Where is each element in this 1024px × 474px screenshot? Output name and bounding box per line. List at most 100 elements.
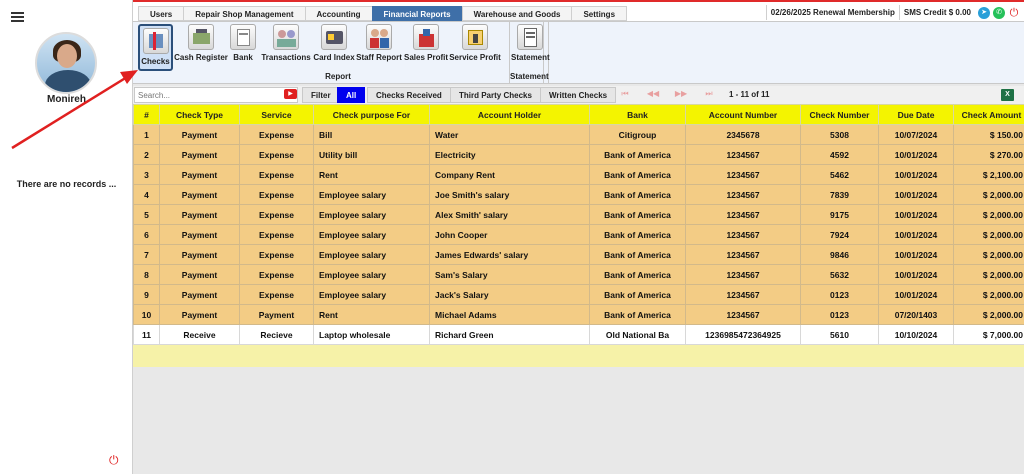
table-cell: Richard Green [429, 324, 590, 345]
table-cell: Payment [159, 224, 240, 245]
column-header[interactable]: Account Number [685, 104, 801, 125]
column-header[interactable]: Service [239, 104, 314, 125]
whatsapp-icon[interactable]: ✆ [993, 6, 1005, 19]
checks-received-button[interactable]: Checks Received [367, 87, 451, 103]
bank-button[interactable]: Bank [230, 24, 256, 62]
table-row[interactable]: 4 Payment Expense Employee salary Joe Smith'… [133, 184, 1024, 205]
card-index-button[interactable]: Card Index [313, 24, 355, 62]
table-row[interactable]: 6 Payment Expense Employee salary John Coope… [133, 224, 1024, 245]
tab-repair-shop-management[interactable]: Repair Shop Management [183, 6, 305, 21]
table-cell: Alex Smith' salary [429, 204, 590, 225]
first-page-icon[interactable]: ⏮ [611, 89, 639, 99]
service-profit-icon [462, 24, 488, 50]
cash-register-button[interactable]: Cash Register [174, 24, 228, 62]
table-cell: 1234567 [685, 164, 801, 185]
table-cell: 10/01/2024 [878, 284, 954, 305]
top-nav: Users Repair Shop Management Accounting … [133, 0, 1024, 22]
table-cell: Employee salary [313, 264, 430, 285]
column-header[interactable]: Check purpose For [313, 104, 430, 125]
renewal-membership[interactable]: 02/26/2025 Renewal Membership [765, 5, 899, 20]
tab-warehouse-and-goods[interactable]: Warehouse and Goods [461, 6, 572, 21]
table-cell: Bank of America [589, 164, 686, 185]
cash-register-label: Cash Register [174, 53, 228, 62]
tab-accounting[interactable]: Accounting [304, 6, 372, 21]
table-cell: 11 [133, 324, 160, 345]
table-row[interactable]: 2 Payment Expense Utility bill Electricity Ba… [133, 144, 1024, 165]
filter-bar: ▶ Filter All Checks Received Third Party… [133, 86, 1024, 104]
table-row[interactable]: 10 Payment Payment Rent Michael Adams Bank of… [133, 304, 1024, 325]
table-cell: Jack's Salary [429, 284, 590, 305]
column-header[interactable]: Due Date [878, 104, 954, 125]
sales-profit-button[interactable]: Sales Profit [404, 24, 448, 62]
table-cell: Citigroup [589, 124, 686, 145]
excel-export-icon[interactable]: X [1001, 89, 1014, 101]
sidebar: Monireh There are no records ... ⏻ [0, 0, 133, 474]
tab-users[interactable]: Users [138, 6, 184, 21]
column-header[interactable]: Check Type [159, 104, 240, 125]
video-help-icon[interactable]: ▶ [284, 89, 297, 99]
checks-button[interactable]: Checks [138, 24, 173, 71]
table-cell: Payment [159, 264, 240, 285]
table-cell: Michael Adams [429, 304, 590, 325]
table-row[interactable]: 7 Payment Expense Employee salary James Edwa… [133, 244, 1024, 265]
table-cell: $ 2,000.00 [953, 304, 1024, 325]
tab-financial-reports[interactable]: Financial Reports [371, 6, 462, 21]
table-row[interactable]: 9 Payment Expense Employee salary Jack's Sal… [133, 284, 1024, 305]
checks-table-container: # Check Type Service Check purpose For Accou… [133, 104, 1024, 474]
last-page-icon[interactable]: ⏭ [695, 89, 723, 99]
service-profit-button[interactable]: Service Profit [449, 24, 501, 62]
table-cell: Bank of America [589, 224, 686, 245]
third-party-checks-button[interactable]: Third Party Checks [450, 87, 541, 103]
table-row[interactable]: 5 Payment Expense Employee salary Alex Smith… [133, 204, 1024, 225]
column-header[interactable]: Check Amount [953, 104, 1024, 125]
staff-report-button[interactable]: Staff Report [355, 24, 403, 62]
statement-button[interactable]: Statement [511, 24, 550, 62]
table-filler-row [133, 345, 1024, 367]
table-cell: 10/01/2024 [878, 144, 954, 165]
search-input[interactable] [134, 87, 298, 103]
table-row[interactable]: 8 Payment Expense Employee salary Sam's Sala… [133, 264, 1024, 285]
table-cell: Payment [159, 184, 240, 205]
table-cell: Expense [239, 264, 314, 285]
column-header[interactable]: # [133, 104, 160, 125]
telegram-icon[interactable]: ➤ [978, 6, 990, 19]
table-cell: Payment [239, 304, 314, 325]
written-checks-button[interactable]: Written Checks [540, 87, 617, 103]
table-cell: 07/20/1403 [878, 304, 954, 325]
table-cell: 9 [133, 284, 160, 305]
table-cell: Payment [159, 124, 240, 145]
table-row[interactable]: 1 Payment Expense Bill Water Citigroup 2345678… [133, 124, 1024, 145]
table-cell: Electricity [429, 144, 590, 165]
column-header[interactable]: Bank [589, 104, 686, 125]
avatar[interactable] [35, 32, 97, 94]
next-page-icon[interactable]: ▶▶ [667, 89, 695, 99]
table-cell: 1234567 [685, 224, 801, 245]
table-cell: $ 7,000.00 [953, 324, 1024, 345]
hamburger-menu-icon[interactable] [11, 12, 24, 22]
table-cell: 10/01/2024 [878, 184, 954, 205]
prev-page-icon[interactable]: ◀◀ [639, 89, 667, 99]
column-header[interactable]: Account Holder [429, 104, 590, 125]
filter-button[interactable]: Filter [302, 87, 340, 103]
table-cell: Bank of America [589, 204, 686, 225]
checks-table: # Check Type Service Check purpose For Accou… [133, 104, 1024, 345]
power-icon[interactable]: ⏻ [109, 454, 121, 466]
transactions-icon [273, 24, 299, 50]
all-button[interactable]: All [337, 87, 366, 103]
column-header[interactable]: Check Number [800, 104, 879, 125]
transactions-button[interactable]: Transactions [261, 24, 311, 62]
staff-report-label: Staff Report [356, 53, 402, 62]
bank-label: Bank [233, 53, 253, 62]
table-cell: Payment [159, 204, 240, 225]
table-cell: 10/01/2024 [878, 204, 954, 225]
report-group-title: Report [325, 72, 351, 81]
table-cell: 5308 [800, 124, 879, 145]
table-cell: Old National Ba [589, 324, 686, 345]
table-cell: Payment [159, 284, 240, 305]
table-row[interactable]: 3 Payment Expense Rent Company Rent Bank of A… [133, 164, 1024, 185]
power-icon[interactable]: ⏻ [1008, 6, 1020, 19]
sms-credit[interactable]: SMS Credit $ 0.00 [898, 5, 975, 20]
table-cell: 1234567 [685, 244, 801, 265]
table-row[interactable]: 11 Receive Recieve Laptop wholesale Richard … [133, 324, 1024, 345]
tab-settings[interactable]: Settings [571, 6, 628, 21]
